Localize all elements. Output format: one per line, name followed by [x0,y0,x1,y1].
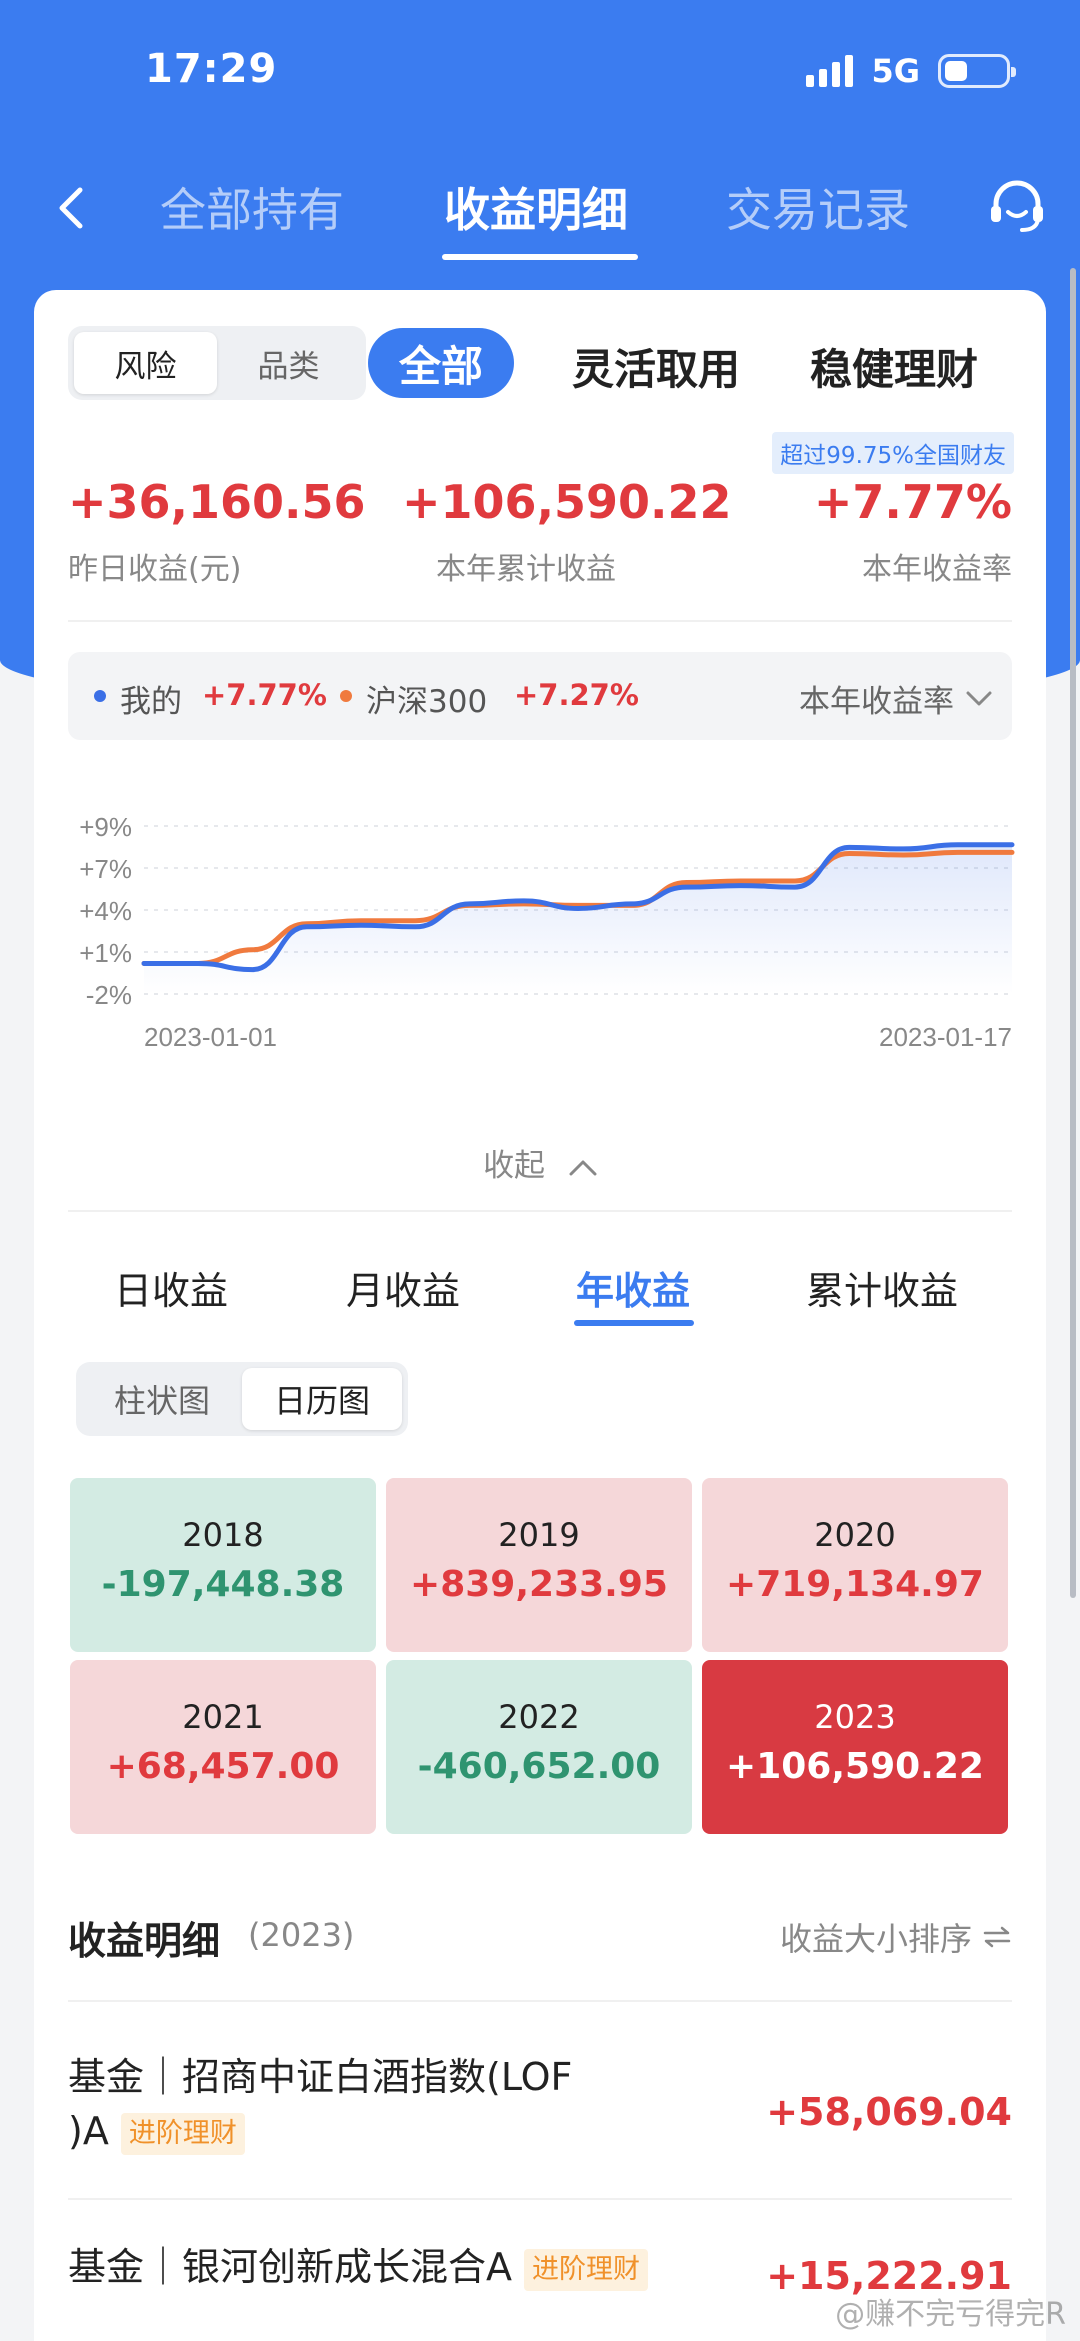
tab-cumulative[interactable]: 累计收益 [806,1260,958,1315]
year-amount: +719,134.97 [726,1564,984,1605]
network-type: 5G [871,52,920,90]
chevron-up-icon [569,1160,597,1175]
year-amount: -460,652.00 [417,1746,661,1787]
y-tick-label: +1% [79,938,132,968]
product-tag: 进阶理财 [120,2112,245,2155]
bench-legend-dot [340,690,352,702]
chart-legend: 我的 +7.77% 沪深300 +7.27% 本年收益率 [68,652,1012,740]
year-tile-2019[interactable]: 2019 +839,233.95 [386,1478,692,1652]
y-tick-label: +4% [79,896,132,926]
year-amount: +68,457.00 [106,1746,340,1787]
status-time: 17:29 [145,46,278,92]
top-nav: 全部持有 收益明细 交易记录 [0,150,1080,270]
collapse-chart-button[interactable]: 收起 [34,1140,1046,1185]
view-calendar[interactable]: 日历图 [242,1368,402,1430]
yesterday-earnings-value: +36,160.56 [68,475,366,529]
year-amount: -197,448.38 [101,1564,345,1605]
year-label: 2021 [182,1698,264,1736]
filter-stable[interactable]: 稳健理财 [810,336,978,397]
back-arrow-icon[interactable] [48,178,98,238]
ytd-earnings-label: 本年累计收益 [436,552,616,587]
tab-daily[interactable]: 日收益 [114,1260,228,1315]
swap-arrows-icon [983,1926,1011,1948]
tab-holdings[interactable]: 全部持有 [160,174,344,240]
year-label: 2019 [498,1516,580,1554]
risk-category-toggle: 风险 品类 [68,326,366,400]
signal-icon [806,55,854,87]
return-chart: +9% +7% +4% +1% -2% 2023-01-01 2023-01-17 [79,812,1015,1052]
year-tile-2020[interactable]: 2020 +719,134.97 [702,1478,1008,1652]
status-bar: 17:29 5G [0,0,1080,150]
yesterday-earnings-label: 昨日收益(元) [68,552,242,587]
metric-selector-label: 本年收益率 [799,684,954,720]
watermark: @赚不完亏得完R [835,2297,1066,2332]
year-amount: +106,590.22 [726,1746,984,1787]
x-tick-label: 2023-01-01 [144,1022,277,1052]
y-tick-label: +7% [79,854,132,884]
view-toggle: 柱状图 日历图 [76,1362,408,1436]
bench-legend-label: 沪深300 [366,684,488,720]
year-label: 2023 [814,1698,896,1736]
ranking-badge: 超过99.75%全国财友 [772,432,1014,474]
tab-yearly[interactable]: 年收益 [576,1260,690,1315]
year-tile-2021[interactable]: 2021 +68,457.00 [70,1660,376,1834]
detail-title: 收益明细 [68,1919,221,1963]
holding-row-name[interactable]: 基金｜招商中证白酒指数(LOF )A 进阶理财 [68,2050,572,2158]
chevron-down-icon [966,691,992,705]
x-tick-label: 2023-01-17 [879,1022,1012,1052]
segment-category[interactable]: 品类 [217,332,360,394]
mine-legend-dot [94,690,106,702]
holding-name-line1: 基金｜招商中证白酒指数(LOF [68,2055,573,2099]
filter-all[interactable]: 全部 [368,328,514,398]
ytd-earnings-value: +106,590.22 [402,475,732,529]
year-tile-2023[interactable]: 2023 +106,590.22 [702,1660,1008,1834]
holding-name-line2: )A [68,2109,109,2153]
tab-earnings-detail[interactable]: 收益明细 [444,174,628,240]
tab-transactions[interactable]: 交易记录 [726,174,910,240]
detail-year: (2023) [248,1916,355,1954]
metric-selector[interactable]: 本年收益率 [799,676,992,721]
filter-flexible[interactable]: 灵活取用 [572,336,740,397]
period-tab-indicator [574,1320,694,1326]
tab-monthly[interactable]: 月收益 [346,1260,460,1315]
holding-name-line1: 基金｜银河创新成长混合A [68,2245,512,2289]
holding-row-name[interactable]: 基金｜银河创新成长混合A 进阶理财 [68,2240,648,2294]
year-amount: +839,233.95 [410,1564,668,1605]
segment-risk[interactable]: 风险 [74,332,217,394]
mine-legend-value: +7.77% [202,678,327,712]
customer-service-icon[interactable] [986,176,1048,238]
ytd-return-label: 本年收益率 [862,552,1012,587]
y-tick-label: -2% [86,980,132,1010]
ytd-return-value: +7.77% [813,475,1012,529]
collapse-label: 收起 [483,1148,546,1184]
divider [68,2000,1012,2002]
year-tile-2022[interactable]: 2022 -460,652.00 [386,1660,692,1834]
active-tab-indicator [442,254,638,260]
battery-icon [938,54,1016,88]
divider [68,1210,1012,1212]
product-tag: 进阶理财 [524,2248,648,2291]
earnings-card: 风险 品类 全部 灵活取用 稳健理财 超过99.75%全国财友 +36,160.… [34,290,1046,2341]
divider [68,2198,1012,2200]
view-bar-chart[interactable]: 柱状图 [82,1368,242,1430]
bench-legend-value: +7.27% [514,678,639,712]
divider [68,620,1012,622]
year-label: 2018 [182,1516,264,1554]
sort-label: 收益大小排序 [779,1920,972,1958]
y-tick-label: +9% [79,812,132,842]
year-label: 2022 [498,1698,580,1736]
year-label: 2020 [814,1516,896,1554]
year-tile-2018[interactable]: 2018 -197,448.38 [70,1478,376,1652]
sort-button[interactable]: 收益大小排序 [780,1914,1012,1960]
mine-legend-label: 我的 [120,684,182,720]
holding-amount: +58,069.04 [766,2090,1012,2134]
scrollbar[interactable] [1070,268,1076,1598]
